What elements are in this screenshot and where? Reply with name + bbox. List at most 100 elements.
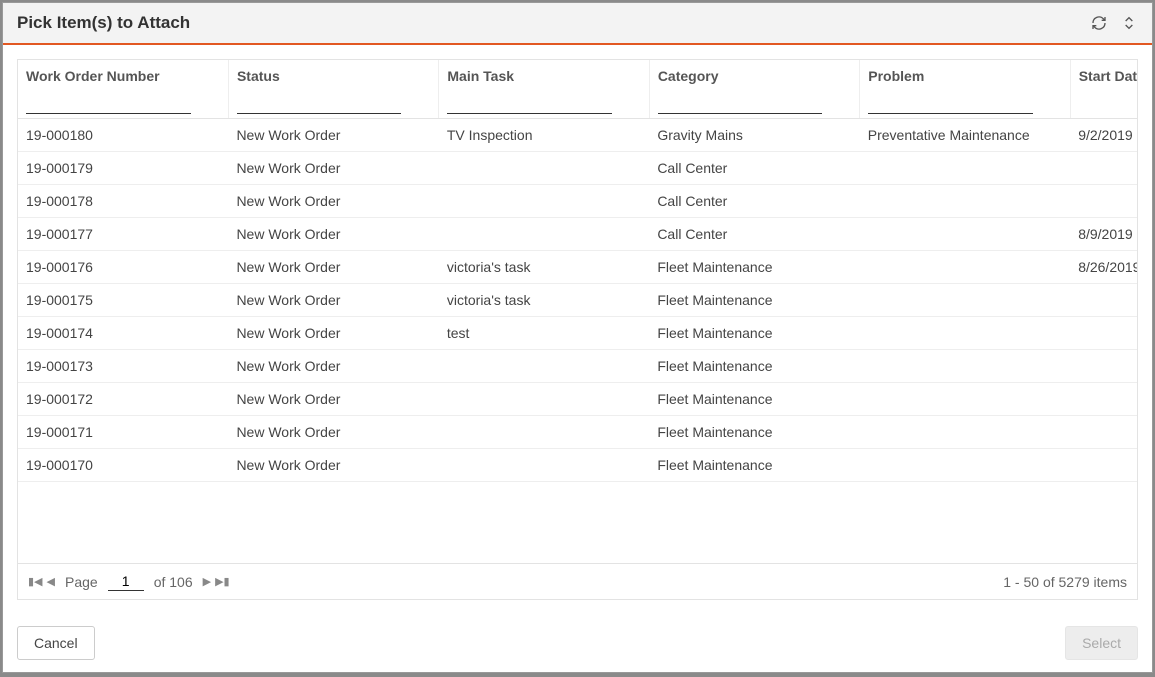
dialog-footer: Cancel Select bbox=[3, 614, 1152, 672]
cell-category: Fleet Maintenance bbox=[649, 383, 859, 416]
table-row[interactable]: 19-000172New Work OrderFleet Maintenance bbox=[18, 383, 1137, 416]
grid-body: 19-000180New Work OrderTV InspectionGrav… bbox=[18, 119, 1137, 482]
cell-status: New Work Order bbox=[228, 218, 438, 251]
cell-status: New Work Order bbox=[228, 284, 438, 317]
pager-page-input[interactable] bbox=[108, 572, 144, 591]
cell-status: New Work Order bbox=[228, 350, 438, 383]
grid-table: Work Order NumberStatusMain Task Category… bbox=[18, 60, 1137, 482]
cell-category: Fleet Maintenance bbox=[649, 284, 859, 317]
cell-start bbox=[1070, 449, 1137, 482]
cell-problem bbox=[860, 383, 1070, 416]
table-row[interactable]: 19-000177New Work Order Call Center 8/9/20… bbox=[18, 218, 1137, 251]
cell-task bbox=[439, 185, 649, 218]
pager-of-label: of 106 bbox=[154, 574, 193, 590]
table-row[interactable]: 19-000180New Work OrderTV InspectionGrav… bbox=[18, 119, 1137, 152]
cell-problem bbox=[860, 317, 1070, 350]
table-row[interactable]: 19-000179New Work OrderCall Center bbox=[18, 152, 1137, 185]
table-row[interactable]: 19-000176New Work Ordervictoria's taskFl… bbox=[18, 251, 1137, 284]
cell-category: Call Center bbox=[649, 185, 859, 218]
cell-category: Call Center bbox=[649, 218, 859, 251]
cell-start bbox=[1070, 284, 1137, 317]
cell-category: Fleet Maintenance bbox=[649, 350, 859, 383]
cell-task bbox=[439, 218, 649, 251]
dialog-header: Pick Item(s) to Attach bbox=[3, 3, 1152, 45]
cell-start: 9/2/2019 bbox=[1070, 119, 1137, 152]
cell-start: 8/9/2019 bbox=[1070, 218, 1137, 251]
cell-task: test bbox=[439, 317, 649, 350]
cell-problem bbox=[860, 185, 1070, 218]
cell-problem bbox=[860, 251, 1070, 284]
cell-wo: 19-000171 bbox=[18, 416, 228, 449]
cell-task bbox=[439, 152, 649, 185]
cell-problem bbox=[860, 152, 1070, 185]
cell-problem bbox=[860, 218, 1070, 251]
table-row[interactable]: 19-000178New Work OrderCall Center bbox=[18, 185, 1137, 218]
col-header-label: Category bbox=[658, 68, 851, 84]
col-header-label: Start Date bbox=[1079, 68, 1137, 84]
cell-status: New Work Order bbox=[228, 317, 438, 350]
cell-task: victoria's task bbox=[439, 251, 649, 284]
pager-prev-icon[interactable]: ◀ bbox=[47, 575, 55, 588]
col-header-category[interactable]: Category bbox=[649, 60, 859, 119]
cell-problem bbox=[860, 416, 1070, 449]
cell-task bbox=[439, 449, 649, 482]
refresh-icon[interactable] bbox=[1090, 14, 1108, 32]
cell-category: Fleet Maintenance bbox=[649, 449, 859, 482]
grid: Work Order NumberStatusMain Task Category… bbox=[17, 59, 1138, 600]
cell-wo: 19-000170 bbox=[18, 449, 228, 482]
filter-input-status[interactable] bbox=[237, 94, 401, 114]
table-row[interactable]: 19-000170New Work Order Fleet Maintenance bbox=[18, 449, 1137, 482]
cell-start bbox=[1070, 185, 1137, 218]
cell-category: Gravity Mains bbox=[649, 119, 859, 152]
cell-wo: 19-000176 bbox=[18, 251, 228, 284]
col-header-problem[interactable]: Problem bbox=[860, 60, 1070, 119]
cell-wo: 19-000175 bbox=[18, 284, 228, 317]
col-header-status[interactable]: Status bbox=[228, 60, 438, 119]
filter-input-task[interactable] bbox=[447, 94, 611, 114]
select-button: Select bbox=[1065, 626, 1138, 660]
col-header-wo[interactable]: Work Order Number bbox=[18, 60, 228, 119]
header-actions bbox=[1090, 14, 1138, 32]
cell-start bbox=[1070, 383, 1137, 416]
cell-problem: Preventative Maintenance bbox=[860, 119, 1070, 152]
table-row[interactable]: 19-000173New Work Order Fleet Maintenance bbox=[18, 350, 1137, 383]
cell-task: victoria's task bbox=[439, 284, 649, 317]
cell-problem bbox=[860, 284, 1070, 317]
cell-start bbox=[1070, 152, 1137, 185]
table-row[interactable]: 19-000175New Work Ordervictoria's taskFl… bbox=[18, 284, 1137, 317]
table-row[interactable]: 19-000171New Work Order Fleet Maintenance bbox=[18, 416, 1137, 449]
pager-first-icon[interactable]: ▮◀ bbox=[28, 575, 43, 588]
col-header-label: Problem bbox=[868, 68, 1061, 84]
cell-task bbox=[439, 350, 649, 383]
grid-scroll[interactable]: Work Order NumberStatusMain Task Category… bbox=[18, 60, 1137, 563]
cell-start: 8/26/2019 bbox=[1070, 251, 1137, 284]
col-header-start[interactable]: Start Date bbox=[1070, 60, 1137, 119]
filter-input-wo[interactable] bbox=[26, 94, 191, 114]
col-header-task[interactable]: Main Task bbox=[439, 60, 649, 119]
grid-header: Work Order NumberStatusMain Task Category… bbox=[18, 60, 1137, 119]
cancel-button[interactable]: Cancel bbox=[17, 626, 95, 660]
cell-wo: 19-000172 bbox=[18, 383, 228, 416]
cell-category: Fleet Maintenance bbox=[649, 416, 859, 449]
cell-start bbox=[1070, 317, 1137, 350]
filter-input-problem[interactable] bbox=[868, 94, 1032, 114]
cell-status: New Work Order bbox=[228, 449, 438, 482]
cell-problem bbox=[860, 449, 1070, 482]
pager-next-icon[interactable]: ▶ bbox=[203, 575, 211, 588]
cell-start bbox=[1070, 350, 1137, 383]
pick-items-dialog: Pick Item(s) to Attach bbox=[2, 2, 1153, 673]
cell-status: New Work Order bbox=[228, 416, 438, 449]
cell-wo: 19-000177 bbox=[18, 218, 228, 251]
cell-wo: 19-000173 bbox=[18, 350, 228, 383]
filter-input-category[interactable] bbox=[658, 94, 822, 114]
pager-left: ▮◀ ◀ Page of 106 ▶ ▶▮ bbox=[28, 572, 230, 591]
pager-page-label: Page bbox=[65, 574, 98, 590]
cell-task bbox=[439, 416, 649, 449]
cell-status: New Work Order bbox=[228, 251, 438, 284]
cell-status: New Work Order bbox=[228, 185, 438, 218]
pager-last-icon[interactable]: ▶▮ bbox=[215, 575, 230, 588]
table-row[interactable]: 19-000174New Work OrdertestFleet Mainten… bbox=[18, 317, 1137, 350]
expand-collapse-icon[interactable] bbox=[1120, 14, 1138, 32]
cell-start bbox=[1070, 416, 1137, 449]
dialog-title: Pick Item(s) to Attach bbox=[17, 13, 190, 33]
